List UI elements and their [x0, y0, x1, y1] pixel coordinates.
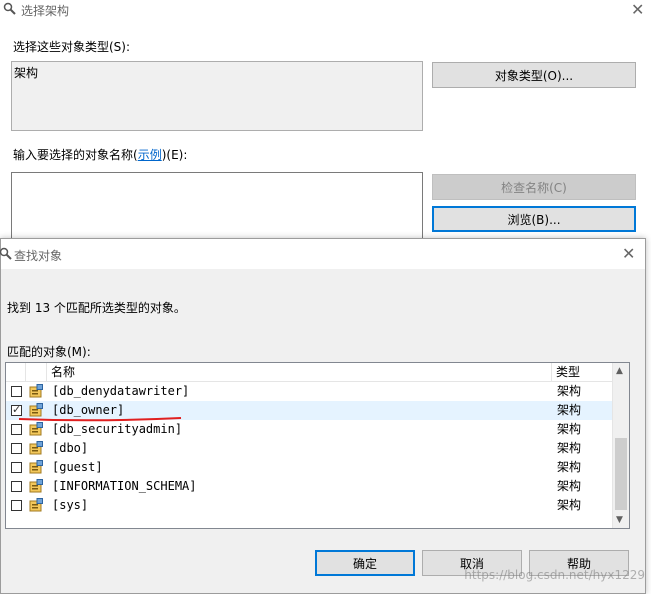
row-name: [dbo]: [52, 441, 89, 455]
row-type: 架构: [557, 441, 582, 455]
search-icon: [3, 2, 16, 15]
schema-icon: [29, 422, 43, 436]
schema-icon: [29, 403, 43, 417]
object-types-box: 架构: [11, 61, 423, 131]
schema-icon: [29, 441, 43, 455]
schema-icon: [29, 498, 43, 512]
list-item[interactable]: [db_securityadmin] 架构: [6, 420, 614, 439]
object-types-button[interactable]: 对象类型(O)...: [432, 62, 636, 88]
close-icon[interactable]: ✕: [622, 246, 635, 262]
row-type: 架构: [557, 460, 582, 474]
row-checkbox[interactable]: [11, 443, 22, 454]
checkmark-icon: ✓: [12, 403, 22, 416]
found-text: 找到 13 个匹配所选类型的对象。: [7, 301, 186, 315]
row-type: 架构: [557, 422, 582, 436]
scroll-thumb[interactable]: [615, 438, 627, 510]
examples-link[interactable]: 示例: [138, 148, 162, 162]
find-dialog-titlebar: 查找对象 ✕: [0, 239, 645, 269]
annotation-underline: [18, 417, 182, 422]
matching-objects-label: 匹配的对象(M):: [7, 345, 91, 359]
matching-objects-list[interactable]: 名称 类型 [db_denydatawriter] 架构 ✓ [db_owner] 架构…: [5, 362, 630, 529]
object-types-label: 选择这些对象类型(S):: [13, 40, 131, 54]
row-type: 架构: [557, 403, 582, 417]
list-item[interactable]: [INFORMATION_SCHEMA] 架构: [6, 477, 614, 496]
schema-icon: [29, 384, 43, 398]
list-item[interactable]: [guest] 架构: [6, 458, 614, 477]
list-item[interactable]: [db_denydatawriter] 架构: [6, 382, 614, 401]
row-name: [db_denydatawriter]: [52, 384, 190, 398]
row-name: [db_securityadmin]: [52, 422, 183, 436]
row-checkbox[interactable]: ✓: [11, 403, 22, 416]
column-header-type[interactable]: 类型: [552, 363, 614, 381]
check-names-button[interactable]: 检查名称(C): [432, 174, 636, 200]
enter-names-label: 输入要选择的对象名称(示例)(E):: [13, 148, 188, 162]
schema-icon: [29, 479, 43, 493]
schema-icon: [29, 460, 43, 474]
row-checkbox[interactable]: [11, 462, 22, 473]
search-icon: [0, 247, 12, 260]
scroll-down-icon[interactable]: ▼: [616, 515, 623, 525]
row-checkbox[interactable]: [11, 386, 22, 397]
row-checkbox[interactable]: [11, 424, 22, 435]
row-type: 架构: [557, 384, 582, 398]
column-header-name[interactable]: 名称: [47, 363, 552, 381]
row-type: 架构: [557, 498, 582, 512]
object-names-input[interactable]: [11, 172, 423, 242]
object-types-value: 架构: [14, 66, 39, 80]
list-header: 名称 类型: [6, 363, 614, 382]
find-dialog-title: 查找对象: [14, 249, 63, 263]
row-type: 架构: [557, 479, 582, 493]
ok-button[interactable]: 确定: [315, 550, 415, 576]
watermark-text: https://blog.csdn.net/hyx1229: [464, 568, 645, 582]
row-checkbox[interactable]: [11, 500, 22, 511]
close-icon[interactable]: ✕: [631, 2, 644, 18]
scroll-up-icon[interactable]: ▲: [616, 366, 623, 376]
browse-button[interactable]: 浏览(B)...: [432, 206, 636, 232]
list-item[interactable]: [dbo] 架构: [6, 439, 614, 458]
row-checkbox[interactable]: [11, 481, 22, 492]
row-name: [guest]: [52, 460, 103, 474]
list-item[interactable]: [sys] 架构: [6, 496, 614, 515]
row-name: [sys]: [52, 498, 89, 512]
vertical-scrollbar[interactable]: ▲ ▼: [612, 363, 629, 528]
dialog-title: 选择架构: [21, 4, 70, 18]
row-name: [INFORMATION_SCHEMA]: [52, 479, 197, 493]
